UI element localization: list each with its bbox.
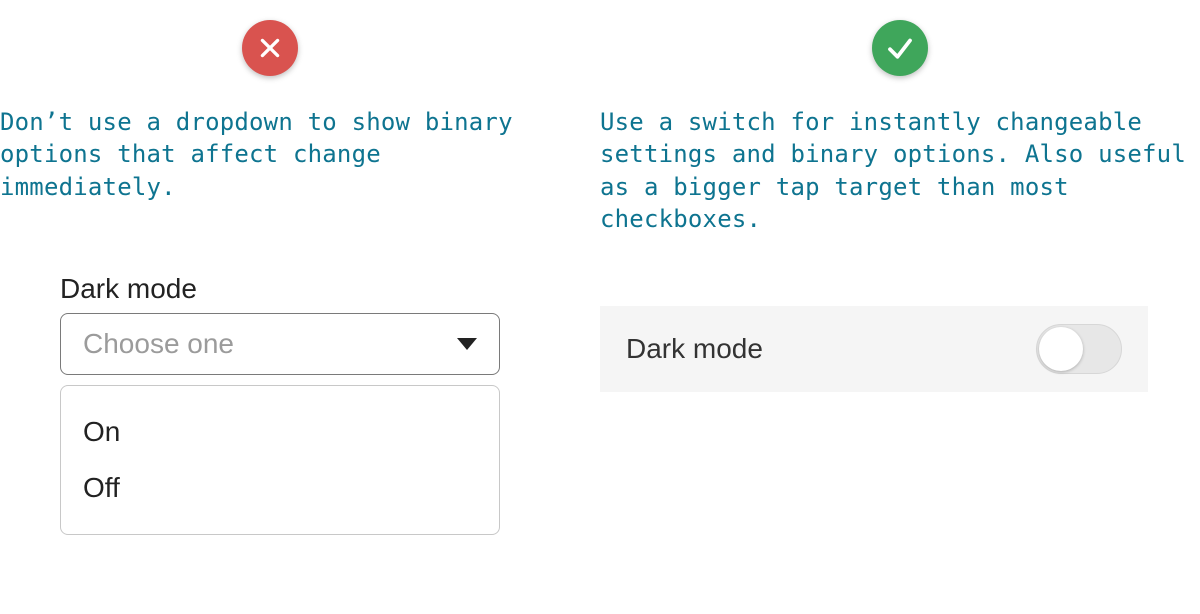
x-icon xyxy=(257,35,283,61)
dropdown-option-on[interactable]: On xyxy=(61,404,499,460)
caret-down-icon xyxy=(457,338,477,350)
dont-badge xyxy=(242,20,298,76)
dark-mode-switch[interactable] xyxy=(1036,324,1122,374)
dont-caption: Don’t use a dropdown to show binary opti… xyxy=(0,106,540,203)
switch-demo: Dark mode xyxy=(600,306,1200,392)
dropdown-field-label: Dark mode xyxy=(60,273,500,305)
do-caption: Use a switch for instantly changeable se… xyxy=(600,106,1200,236)
dropdown-demo: Dark mode Choose one On Off xyxy=(0,273,500,535)
dropdown-placeholder: Choose one xyxy=(83,328,234,360)
dont-column: Don’t use a dropdown to show binary opti… xyxy=(0,0,600,535)
check-icon xyxy=(885,33,915,63)
switch-label: Dark mode xyxy=(626,333,763,365)
do-column: Use a switch for instantly changeable se… xyxy=(600,0,1200,392)
switch-row: Dark mode xyxy=(600,306,1148,392)
dropdown-button[interactable]: Choose one xyxy=(60,313,500,375)
dropdown-option-off[interactable]: Off xyxy=(61,460,499,516)
dropdown-panel: On Off xyxy=(60,385,500,535)
do-badge xyxy=(872,20,928,76)
switch-knob xyxy=(1039,327,1083,371)
